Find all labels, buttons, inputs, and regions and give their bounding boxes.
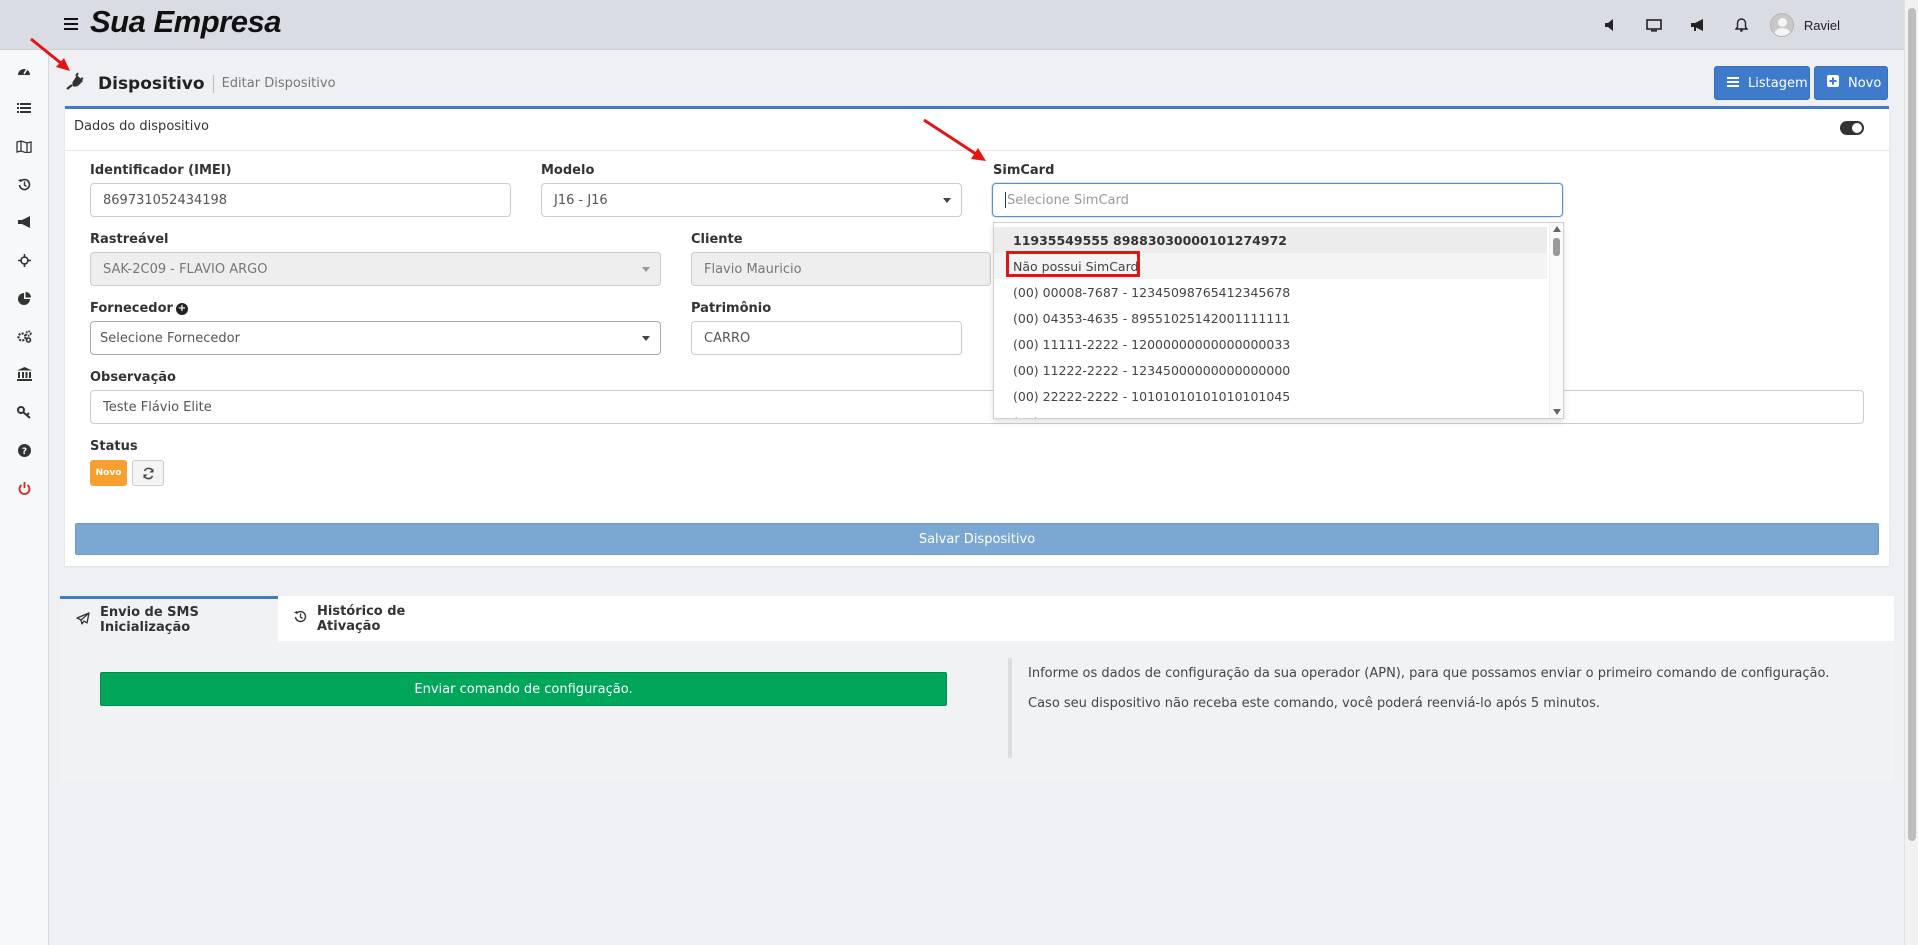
refresh-status-button[interactable] xyxy=(132,460,164,486)
top-actions: Raviel xyxy=(1588,0,1840,50)
megaphone-icon[interactable] xyxy=(1676,0,1720,50)
pie-chart-icon[interactable] xyxy=(0,288,48,308)
paper-plane-icon xyxy=(76,611,90,629)
page-scrollbar[interactable] xyxy=(1904,0,1918,945)
imei-field[interactable]: 869731052434198 xyxy=(90,183,511,217)
rastreavel-value: SAK-2C09 - FLAVIO ARGO xyxy=(103,261,268,277)
save-device-button[interactable]: Salvar Dispositivo xyxy=(75,523,1879,555)
cliente-label: Cliente xyxy=(691,232,743,247)
rastreavel-select: SAK-2C09 - FLAVIO ARGO xyxy=(90,252,661,286)
simcard-search-input[interactable]: Selecione SimCard xyxy=(992,183,1563,217)
history-icon[interactable] xyxy=(0,174,48,194)
page-header: Dispositivo Editar Dispositivo xyxy=(66,72,336,95)
annotation-arrow-icon xyxy=(30,37,70,71)
modelo-label: Modelo xyxy=(541,163,595,178)
megaphone-icon[interactable] xyxy=(0,212,48,232)
crosshair-icon[interactable] xyxy=(0,250,48,270)
help-icon[interactable]: ? xyxy=(0,440,48,460)
observacao-value: Teste Flávio Elite xyxy=(103,399,212,415)
user-menu[interactable]: Raviel xyxy=(1769,13,1840,37)
info-text-2: Caso seu dispositivo não receba este com… xyxy=(1028,696,1601,711)
sidebar: ? xyxy=(0,50,49,945)
refresh-icon xyxy=(142,467,154,479)
simcard-placeholder: Selecione SimCard xyxy=(1007,192,1129,208)
svg-text:?: ? xyxy=(21,447,26,457)
tab-bar: Envio de SMS Inicialização Histórico de … xyxy=(60,596,1894,641)
send-config-command-button[interactable]: Enviar comando de configuração. xyxy=(100,672,947,706)
patrimonio-field[interactable]: CARRO xyxy=(691,321,962,355)
plug-icon xyxy=(66,72,90,95)
monitor-icon[interactable] xyxy=(1632,0,1676,50)
cliente-field: Flavio Mauricio xyxy=(691,252,991,286)
fornecedor-select[interactable]: Selecione Fornecedor xyxy=(90,321,661,355)
rastreavel-label: Rastreável xyxy=(90,232,169,247)
key-icon[interactable] xyxy=(0,402,48,422)
top-navbar: Sua Empresa Raviel xyxy=(0,0,1904,50)
chevron-down-icon xyxy=(642,336,650,341)
cliente-value: Flavio Mauricio xyxy=(704,261,802,277)
chevron-down-icon xyxy=(943,198,951,203)
dropdown-scrollbar[interactable] xyxy=(1549,223,1563,418)
tab-sms-label: Envio de SMS Inicialização xyxy=(100,605,199,635)
simcard-option[interactable]: (00) 04353-4635 - 89551025142001111111 xyxy=(994,305,1547,331)
list-icon xyxy=(1727,76,1739,91)
cogs-icon[interactable] xyxy=(0,326,48,346)
new-button-label: Novo xyxy=(1848,75,1882,91)
tab-activation-history[interactable]: Histórico de Ativação xyxy=(278,596,478,641)
fornecedor-placeholder: Selecione Fornecedor xyxy=(100,330,240,346)
page-title: Dispositivo xyxy=(98,73,205,94)
hamburger-menu-icon[interactable] xyxy=(64,18,78,30)
tabs-panel: Envio de SMS Inicialização Histórico de … xyxy=(60,596,1894,782)
plus-square-icon xyxy=(1827,75,1839,91)
simcard-option[interactable]: 11935549555 89883030000101274972 xyxy=(994,227,1547,253)
fornecedor-label: Fornecedor + xyxy=(90,301,188,316)
simcard-option[interactable]: (00) 22222-2222 - 10101010101010100000 xyxy=(994,409,1547,419)
add-fornecedor-icon[interactable]: + xyxy=(175,303,188,315)
simcard-option[interactable]: (00) 00008-7687 - 12345098765412345678 xyxy=(994,279,1547,305)
logo[interactable]: Sua Empresa xyxy=(90,4,281,40)
collapse-toggle[interactable] xyxy=(1840,121,1864,135)
map-icon[interactable] xyxy=(0,136,48,156)
tab-sms-init[interactable]: Envio de SMS Inicialização xyxy=(60,596,278,641)
simcard-option[interactable]: (00) 11222-2222 - 12345000000000000000 xyxy=(994,357,1547,383)
annotation-highlight-box xyxy=(1006,251,1140,277)
list-icon[interactable] xyxy=(0,98,48,118)
power-icon[interactable] xyxy=(0,478,48,498)
simcard-option[interactable]: (00) 22222-2222 - 10101010101010101045 xyxy=(994,383,1547,409)
user-name: Raviel xyxy=(1803,17,1840,33)
annotation-arrow-icon xyxy=(923,118,986,161)
status-label: Status xyxy=(90,439,138,454)
info-text-1: Informe os dados de configuração da sua … xyxy=(1028,666,1830,681)
modelo-value: J16 - J16 xyxy=(554,192,608,208)
imei-label: Identificador (IMEI) xyxy=(90,163,232,178)
simcard-label: SimCard xyxy=(993,163,1055,178)
patrimonio-label: Patrimônio xyxy=(691,301,772,316)
status-badge: Novo xyxy=(90,460,127,486)
new-button[interactable]: Novo xyxy=(1814,66,1888,100)
patrimonio-value: CARRO xyxy=(704,330,751,346)
modelo-select[interactable]: J16 - J16 xyxy=(541,183,962,217)
page-subtitle: Editar Dispositivo xyxy=(221,76,336,91)
title-divider xyxy=(212,74,214,93)
scroll-up-icon[interactable] xyxy=(1553,226,1561,232)
scroll-thumb[interactable] xyxy=(1553,238,1560,256)
avatar xyxy=(1769,13,1794,37)
list-button[interactable]: Listagem xyxy=(1714,66,1810,100)
scroll-down-icon[interactable] xyxy=(1553,409,1561,415)
observacao-label: Observação xyxy=(90,370,176,385)
observacao-field[interactable]: Teste Flávio Elite xyxy=(90,390,1864,424)
chevron-down-icon xyxy=(642,267,650,272)
apn-info-box: Informe os dados de configuração da sua … xyxy=(1008,658,1878,758)
tab-history-label: Histórico de Ativação xyxy=(317,603,406,634)
imei-value: 869731052434198 xyxy=(103,192,228,208)
bank-icon[interactable] xyxy=(0,364,48,384)
volume-icon[interactable] xyxy=(1588,0,1632,50)
history-icon xyxy=(294,610,307,627)
list-button-label: Listagem xyxy=(1748,75,1808,91)
text-cursor xyxy=(1005,192,1006,208)
simcard-option[interactable]: (00) 11111-2222 - 12000000000000000033 xyxy=(994,331,1547,357)
bell-icon[interactable] xyxy=(1720,0,1764,50)
card-title: Dados do dispositivo xyxy=(74,119,210,134)
